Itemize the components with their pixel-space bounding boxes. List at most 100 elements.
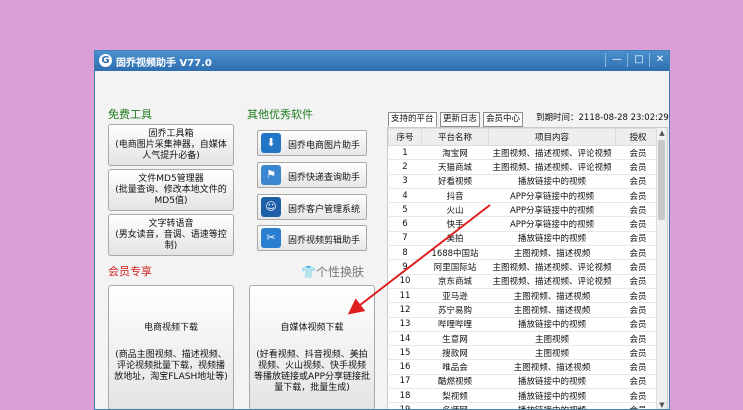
table-cell: 主图视频 (488, 331, 616, 347)
table-row[interactable]: 9 阿里国际站 主图视频、描述视频、评论视频 会员 (388, 259, 661, 275)
customer-system-button[interactable]: ☺ 固乔客户管理系统 (257, 194, 367, 220)
free-tools-title: 免费工具 (108, 108, 152, 121)
table-cell: 播放链接中的视频 (488, 317, 616, 332)
tab-update-log[interactable]: 更新日志 (440, 112, 481, 127)
table-row[interactable]: 6 快手 APP分享链接中的视频 会员 (388, 216, 661, 232)
table-cell: 会员 (615, 288, 661, 304)
table-cell: 火山 (421, 202, 489, 218)
button-title: 电商视频下载 (143, 323, 198, 333)
table-row[interactable]: 15 搜款网 主图视频 会员 (388, 345, 661, 361)
table-cell: 会员 (615, 216, 661, 232)
table-cell: 会员 (615, 174, 661, 189)
table-cell: 快手 (421, 216, 489, 232)
table-cell: 6 (388, 216, 422, 232)
table-row[interactable]: 8 1688中国站 主图视频、描述视频 会员 (388, 245, 661, 261)
table-cell: 9 (388, 259, 422, 275)
express-icon: ⚑ (261, 165, 281, 185)
table-cell: 3 (388, 174, 422, 189)
table-cell: 11 (388, 288, 422, 304)
table-cell: 唯品会 (421, 359, 489, 375)
table-cell: 播放链接中的视频 (488, 174, 616, 189)
table-cell: APP分享链接中的视频 (488, 188, 616, 204)
table-row[interactable]: 19名师网播放链接中的视频会员 (388, 402, 661, 409)
button-description: (好看视频、抖音视频、美拍视频、火山视频、快手视频等播放链接或APP分享链接批量… (254, 350, 371, 393)
title-bar[interactable]: G 固乔视频助手 V77.0 — □ ✕ (95, 51, 669, 71)
video-edit-helper-button[interactable]: ✂ 固乔视频剪辑助手 (257, 225, 367, 251)
column-header[interactable]: 项目内容 (488, 128, 616, 146)
ecommerce-video-download-button[interactable]: 电商视频下载 (商品主图视频、描述视频、评论视频批量下载，视频播放地址，淘宝FL… (108, 285, 234, 409)
table-row[interactable]: 14 生意网 主图视频 会员 (388, 331, 661, 347)
table-cell: 好看视频 (421, 174, 489, 189)
window-title: 固乔视频助手 V77.0 (116, 58, 212, 69)
table-cell: 1688中国站 (421, 245, 489, 261)
md5-manager-button[interactable]: 文件MD5管理器 (批量查询、修改本地文件的MD5值) (108, 169, 234, 211)
table-row[interactable]: 5 火山 APP分享链接中的视频 会员 (388, 202, 661, 218)
table-cell: 梨视频 (421, 388, 489, 404)
table-row[interactable]: 16 唯品会 主图视频、描述视频 会员 (388, 359, 661, 375)
toolbox-button[interactable]: 固乔工具箱 (电商图片采集神器，自媒体人气提升必备) (108, 124, 234, 166)
expire-time: 到期时间：2118-08-28 23:02:29 (536, 113, 669, 123)
table-row[interactable]: 3 好看视频 播放链接中的视频 会员 (388, 174, 661, 189)
table-cell: 抖音 (421, 188, 489, 204)
table-cell: 14 (388, 331, 422, 347)
table-cell: 播放链接中的视频 (488, 388, 616, 404)
table-row[interactable]: 11 亚马逊 主图视频、描述视频 会员 (388, 288, 661, 304)
table-row[interactable]: 13 哔哩哔哩 播放链接中的视频 会员 (388, 317, 661, 332)
maximize-button[interactable]: □ (631, 53, 647, 67)
shirt-icon: 👕 (301, 265, 316, 279)
table-cell: 会员 (615, 188, 661, 204)
title-separator (605, 53, 606, 67)
column-header[interactable]: 序号 (388, 128, 422, 146)
app-label: 固乔视频剪辑助手 (288, 236, 361, 246)
button-title: 自媒体视频下载 (280, 323, 344, 333)
table-cell: 会员 (615, 202, 661, 218)
table-row[interactable]: 17 酷燃视频 播放链接中的视频 会员 (388, 374, 661, 390)
table-cell: APP分享链接中的视频 (488, 202, 616, 218)
table-cell: 15 (388, 345, 422, 361)
column-header[interactable]: 平台名称 (421, 128, 489, 146)
table-cell: 会员 (615, 345, 661, 361)
table-row[interactable]: 12 苏宁易购 主图视频、描述视频 会员 (388, 302, 661, 318)
member-title: 会员专享 (108, 265, 152, 278)
text-to-speech-button[interactable]: 文字转语音 (男女读音，音调、语速等控制) (108, 214, 234, 256)
table-cell: 1 (388, 145, 422, 161)
app-label: 固乔电商图片助手 (288, 141, 361, 151)
scroll-up-icon[interactable]: ▲ (657, 128, 667, 138)
skin-change-label: 个性换肤 (315, 265, 364, 279)
app-logo-icon: G (99, 54, 112, 67)
table-cell: 会员 (615, 359, 661, 375)
skin-change-link[interactable]: 👕个性换肤 (301, 263, 364, 280)
table-cell: 13 (388, 317, 422, 332)
close-button[interactable]: ✕ (652, 53, 668, 67)
express-helper-button[interactable]: ⚑ 固乔快递查询助手 (257, 162, 367, 188)
minimize-button[interactable]: — (609, 53, 625, 67)
table-cell: 主图视频、描述视频 (488, 359, 616, 375)
table-row[interactable]: 7 美拍 播放链接中的视频 会员 (388, 231, 661, 247)
vertical-scrollbar[interactable]: ▲ ▼ (656, 128, 667, 409)
app-label: 固乔快递查询助手 (288, 173, 361, 183)
tab-member-center[interactable]: 会员中心 (483, 112, 524, 127)
table-cell: 主图视频、描述视频、评论视频 (488, 259, 616, 275)
table-cell: 主图视频、描述视频 (488, 288, 616, 304)
tab-supported-platforms[interactable]: 支持的平台 (388, 112, 437, 127)
table-cell: 天猫商城 (421, 159, 489, 175)
scrollbar-thumb[interactable] (658, 140, 665, 220)
platform-table: 序号 平台名称 项目内容 授权 1 淘宝网 主图视频、描述视频、评论视频 会员 2 天猫商… (387, 127, 668, 409)
table-row[interactable]: 10 京东商城 主图视频、描述视频、评论视频 会员 (388, 274, 661, 289)
table-cell: 会员 (615, 331, 661, 347)
table-row[interactable]: 2 天猫商城 主图视频、描述视频、评论视频 会员 (388, 159, 661, 175)
table-row[interactable]: 4 抖音 APP分享链接中的视频 会员 (388, 188, 661, 204)
table-cell: 哔哩哔哩 (421, 317, 489, 332)
media-video-download-button[interactable]: 自媒体视频下载 (好看视频、抖音视频、美拍视频、火山视频、快手视频等播放链接或A… (249, 285, 375, 409)
image-helper-button[interactable]: ⬇ 固乔电商图片助手 (257, 130, 367, 156)
table-cell: 美拍 (421, 231, 489, 247)
scroll-down-icon[interactable]: ▼ (657, 400, 667, 409)
table-cell: 5 (388, 202, 422, 218)
table-row[interactable]: 1 淘宝网 主图视频、描述视频、评论视频 会员 (388, 145, 661, 161)
table-row[interactable]: 18 梨视频 播放链接中的视频 会员 (388, 388, 661, 404)
column-header[interactable]: 授权 (615, 128, 661, 146)
table-cell: 主图视频、描述视频、评论视频 (488, 274, 616, 289)
table-cell: 苏宁易购 (421, 302, 489, 318)
table-cell: 名师网 (421, 402, 489, 409)
table-cell: 会员 (615, 145, 661, 161)
